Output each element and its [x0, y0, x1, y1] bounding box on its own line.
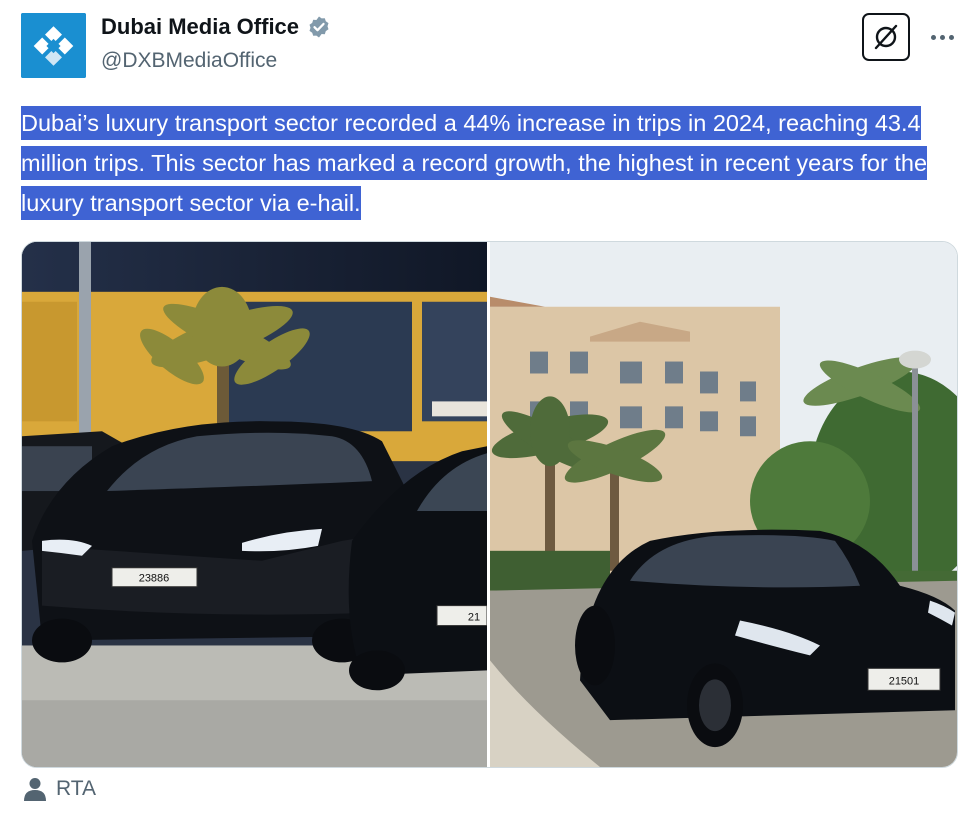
verified-badge-icon[interactable] [307, 15, 331, 39]
photo-right-image: 21501 [490, 242, 957, 767]
tweet-text-highlight: Dubai’s luxury transport sector recorded… [21, 106, 928, 220]
media-credit: RTA [24, 777, 96, 801]
grok-icon [874, 24, 898, 50]
photo-left-tesla-fleet[interactable]: 23886 21 [22, 242, 487, 767]
plate-main-text: 23886 [139, 573, 170, 585]
author-avatar[interactable] [21, 13, 86, 78]
author-handle[interactable]: @DXBMediaOffice [101, 49, 277, 73]
more-options-button[interactable] [925, 22, 959, 52]
plate-right-text: 21501 [889, 675, 920, 687]
dubai-media-office-logo-icon [21, 13, 86, 78]
author-name[interactable]: Dubai Media Office [101, 14, 299, 40]
photo-right-tesla-villa[interactable]: 21501 [490, 242, 957, 767]
more-icon [930, 34, 936, 40]
tweet-text: Dubai’s luxury transport sector recorded… [21, 103, 961, 223]
author-name-row: Dubai Media Office [101, 14, 331, 40]
credit-label[interactable]: RTA [56, 777, 96, 801]
photo-left-image: 23886 21 [22, 242, 487, 767]
plate-side-text: 21 [468, 612, 480, 624]
person-icon [24, 778, 46, 801]
tweet-media: 23886 21 21501 [21, 241, 958, 768]
grok-button[interactable] [862, 13, 910, 61]
